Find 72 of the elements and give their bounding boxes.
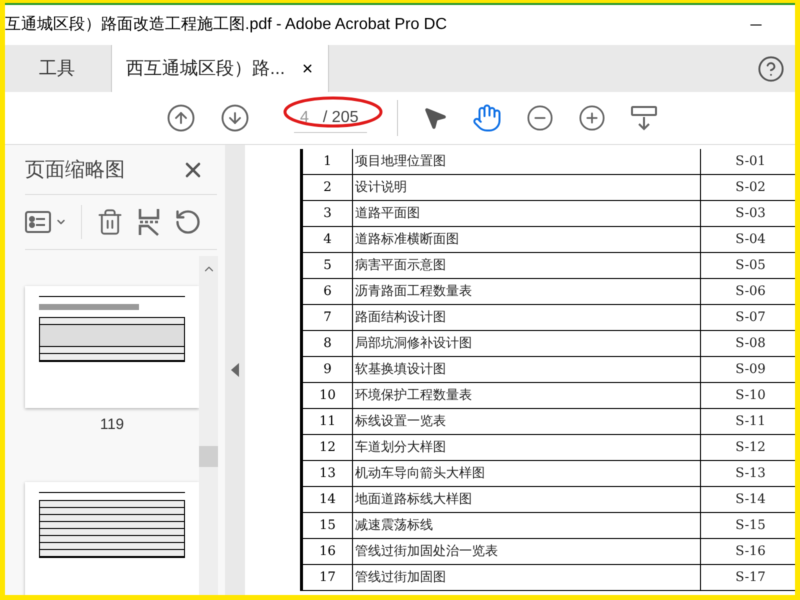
table-cell: S-06 bbox=[700, 279, 795, 304]
table-cell-text: 12 bbox=[318, 438, 337, 457]
zoom-in-icon[interactable] bbox=[578, 104, 606, 132]
scroll-mode-icon[interactable] bbox=[630, 104, 658, 132]
table-cell: 管线过街加固图 bbox=[352, 565, 700, 590]
table-cell: 项目地理位置图 bbox=[352, 149, 700, 174]
table-cell: 道路平面图 bbox=[352, 201, 700, 226]
rotate-icon[interactable] bbox=[174, 208, 202, 236]
table-cell-text: 7 bbox=[322, 308, 333, 327]
table-cell: 地面道路标线大样图 bbox=[352, 487, 700, 512]
close-icon[interactable] bbox=[301, 62, 314, 75]
table-cell: S-07 bbox=[700, 305, 795, 330]
help-icon[interactable] bbox=[757, 54, 785, 82]
page-split-icon[interactable] bbox=[138, 208, 160, 236]
table-cell: S-09 bbox=[700, 357, 795, 382]
table-cell: S-05 bbox=[700, 253, 795, 278]
table-cell: 设计说明 bbox=[352, 175, 700, 200]
page-number-label: 119 bbox=[100, 415, 124, 435]
table-cell: S-13 bbox=[700, 461, 795, 486]
page-thumbnail[interactable] bbox=[25, 286, 199, 408]
table-cell-text: 13 bbox=[318, 464, 337, 483]
page-total: / 205 bbox=[322, 108, 358, 128]
hand-icon[interactable] bbox=[472, 103, 502, 133]
table-cell-text: 16 bbox=[318, 542, 337, 561]
table-cell-text: 3 bbox=[322, 204, 333, 223]
table-cell-text: 6 bbox=[322, 282, 333, 301]
table-cell: S-12 bbox=[700, 435, 795, 460]
table-cell: S-15 bbox=[700, 513, 795, 538]
table-cell: 环境保护工程数量表 bbox=[352, 383, 700, 408]
table-cell: S-01 bbox=[700, 149, 795, 174]
table-cell: 道路标准横断面图 bbox=[352, 227, 700, 252]
table-cell: 机动车导向箭头大样图 bbox=[352, 461, 700, 486]
panel-title: 页面缩略图 bbox=[25, 158, 125, 182]
zoom-out-icon[interactable] bbox=[526, 104, 554, 132]
table-cell-text: 4 bbox=[322, 230, 333, 249]
table-cell: S-17 bbox=[700, 565, 795, 590]
table-cell: S-11 bbox=[700, 409, 795, 434]
table-cell-text: 1 bbox=[322, 152, 333, 171]
table-cell-text: 14 bbox=[318, 490, 337, 509]
options-dropdown[interactable] bbox=[25, 211, 67, 233]
scrollbar[interactable] bbox=[199, 256, 218, 595]
table-cell: 车道划分大样图 bbox=[352, 435, 700, 460]
table-cell-text: 8 bbox=[322, 334, 333, 353]
table-cell-text: 2 bbox=[322, 178, 333, 197]
table-cell: 沥青路面工程数量表 bbox=[352, 279, 700, 304]
table-cell: 路面结构设计图 bbox=[352, 305, 700, 330]
trash-icon[interactable] bbox=[96, 208, 124, 236]
tab[interactable]: 工具 bbox=[25, 45, 111, 92]
table-cell-text: 9 bbox=[322, 360, 333, 379]
table-cell: S-04 bbox=[700, 227, 795, 252]
table-cell: S-08 bbox=[700, 331, 795, 356]
table-cell: 病害平面示意图 bbox=[352, 253, 700, 278]
window-title: 互通城区段）路面改造工程施工图.pdf - Adobe Acrobat Pro DC bbox=[5, 14, 447, 35]
table-cell: 局部坑洞修补设计图 bbox=[352, 331, 700, 356]
scroll-thumb[interactable] bbox=[199, 446, 218, 467]
table-cell: S-16 bbox=[700, 539, 795, 564]
table-cell-text: 5 bbox=[322, 256, 333, 275]
tab[interactable]: 西互通城区段）路... bbox=[111, 45, 329, 92]
table-cell: S-10 bbox=[700, 383, 795, 408]
collapse-arrow-icon[interactable] bbox=[231, 363, 239, 377]
table-cell-text: 11 bbox=[318, 412, 337, 431]
table-cell-text: 17 bbox=[318, 568, 337, 587]
table-cell: 管线过街加固处治一览表 bbox=[352, 539, 700, 564]
table-cell: 减速震荡标线 bbox=[352, 513, 700, 538]
table-cell: S-14 bbox=[700, 487, 795, 512]
table-cell: S-02 bbox=[700, 175, 795, 200]
page-thumbnail[interactable] bbox=[25, 482, 199, 595]
table-cell: S-03 bbox=[700, 201, 795, 226]
table-cell-text: 15 bbox=[318, 516, 337, 535]
table-cell: 标线设置一览表 bbox=[352, 409, 700, 434]
table-cell-text: 10 bbox=[318, 386, 337, 405]
table-cell: 软基换填设计图 bbox=[352, 357, 700, 382]
